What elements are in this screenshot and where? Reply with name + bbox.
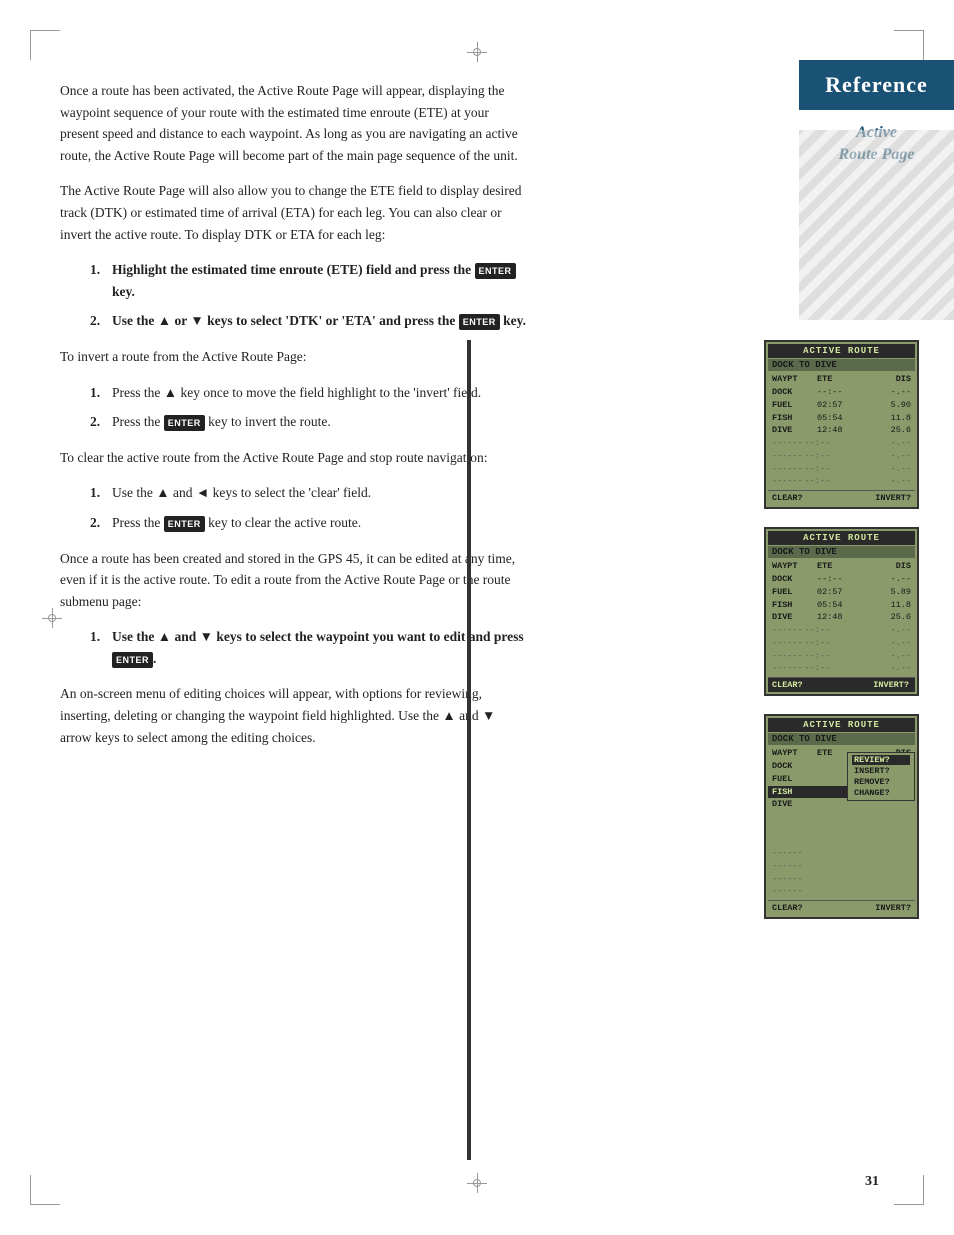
enter-key-5: ENTER (112, 652, 153, 668)
paragraph-2: The Active Route Page will also allow yo… (60, 180, 530, 245)
screen1-empty-4: --------:---.-- (768, 475, 915, 488)
reference-title: Reference (815, 72, 938, 98)
list-clear: 1. Use the ▲ and ◄ keys to select the 'c… (90, 482, 530, 533)
list-item-dtk-2: 2. Use the ▲ or ▼ keys to select 'DTK' o… (90, 310, 530, 332)
screen1-row-dock: DOCK --:-- -.-- (768, 386, 915, 399)
screen2-row-fish: FISH 05:54 11.8 (768, 599, 915, 612)
menu-change: CHANGE? (852, 788, 910, 798)
screen3-route: DOCK TO DIVE (768, 733, 915, 745)
menu-review: REVIEW? (852, 755, 910, 765)
gps-screen-2: ACTIVE ROUTE DOCK TO DIVE WAYPT ETE DIS … (764, 527, 919, 696)
screen2-row-fuel: FUEL 02:57 5.89 (768, 586, 915, 599)
sidebar-decoration (799, 130, 954, 320)
list-item-invert-2: 2. Press the ENTER key to invert the rou… (90, 411, 530, 433)
screen3-empty-3: ------ (768, 873, 915, 886)
screen1-empty-3: --------:---.-- (768, 463, 915, 476)
corner-mark-tl (30, 30, 60, 60)
screen1-row-fuel: FUEL 02:57 5.90 (768, 399, 915, 412)
screen2-row-dock: DOCK --:-- -.-- (768, 573, 915, 586)
enter-key-4: ENTER (164, 516, 205, 532)
list-item-clear-2: 2. Press the ENTER key to clear the acti… (90, 512, 530, 534)
screen3-data-and-menu: DOCK FUEL FISH DIVE REVIEW? INSERT? (768, 760, 915, 811)
menu-remove: REMOVE? (852, 777, 910, 787)
crosshair-left (42, 608, 62, 628)
corner-mark-br (894, 1175, 924, 1205)
screen2-empty-3: --------:---.-- (768, 650, 915, 663)
screen3-bottom: CLEAR? INVERT? (768, 900, 915, 915)
paragraph-1: Once a route has been activated, the Act… (60, 80, 530, 166)
enter-key-3: ENTER (164, 415, 205, 431)
corner-mark-bl (30, 1175, 60, 1205)
right-sidebar: Reference Active Route Page (779, 0, 954, 320)
page: Reference Active Route Page Once a route… (0, 0, 954, 1235)
screen2-empty-2: --------:---.-- (768, 637, 915, 650)
screen3-empty-4: ------ (768, 885, 915, 898)
list-item-edit-1: 1. Use the ▲ and ▼ keys to select the wa… (90, 626, 530, 669)
paragraph-clear: To clear the active route from the Activ… (60, 447, 530, 469)
gps-screen-1: ACTIVE ROUTE DOCK TO DIVE WAYPT ETE DIS … (764, 340, 919, 509)
reference-tab: Reference (799, 60, 954, 110)
gps-screen-3: ACTIVE ROUTE DOCK TO DIVE WAYPT ETE DIS … (764, 714, 919, 919)
screen2-row-dive: DIVE 12:48 25.6 (768, 611, 915, 624)
screen1-headers: WAYPT ETE DIS (768, 373, 915, 385)
list-edit: 1. Use the ▲ and ▼ keys to select the wa… (90, 626, 530, 669)
screen1-row-dive: DIVE 12:48 25.6 (768, 424, 915, 437)
screen2-empty-4: --------:---.-- (768, 662, 915, 675)
screen2-headers: WAYPT ETE DIS (768, 560, 915, 572)
enter-key-2: ENTER (459, 314, 500, 330)
screen3-title: ACTIVE ROUTE (768, 718, 915, 732)
list-item-clear-1: 1. Use the ▲ and ◄ keys to select the 'c… (90, 482, 530, 504)
screen3-menu: REVIEW? INSERT? REMOVE? CHANGE? (847, 752, 915, 801)
screen1-empty-2: --------:---.-- (768, 450, 915, 463)
crosshair-bottom (467, 1173, 487, 1193)
list-invert: 1. Press the ▲ key once to move the fiel… (90, 382, 530, 433)
screen2-title: ACTIVE ROUTE (768, 531, 915, 545)
screen3-empty-2: ------ (768, 860, 915, 873)
screen2-empty-1: --------:---.-- (768, 624, 915, 637)
main-content: Once a route has been activated, the Act… (60, 80, 530, 762)
list-dtk-eta: 1. Highlight the estimated time enroute … (90, 259, 530, 332)
paragraph-invert: To invert a route from the Active Route … (60, 346, 530, 368)
screen1-route: DOCK TO DIVE (768, 359, 915, 371)
left-margin-bar (467, 340, 471, 1160)
list-item-dtk-1: 1. Highlight the estimated time enroute … (90, 259, 530, 302)
screen1-empty-1: --------:---.-- (768, 437, 915, 450)
paragraph-edit: Once a route has been created and stored… (60, 548, 530, 613)
screen1-bottom: CLEAR? INVERT? (768, 490, 915, 505)
menu-insert: INSERT? (852, 766, 910, 776)
page-number: 31 (865, 1174, 879, 1190)
paragraph-final: An on-screen menu of editing choices wil… (60, 683, 530, 748)
screen2-route: DOCK TO DIVE (768, 546, 915, 558)
screen1-row-fish: FISH 05:54 11.8 (768, 412, 915, 425)
gps-screens: ACTIVE ROUTE DOCK TO DIVE WAYPT ETE DIS … (764, 340, 919, 919)
screen1-title: ACTIVE ROUTE (768, 344, 915, 358)
enter-key-1: ENTER (475, 263, 516, 279)
crosshair-top (467, 42, 487, 62)
list-item-invert-1: 1. Press the ▲ key once to move the fiel… (90, 382, 530, 404)
screen3-empty-1: ------ (768, 847, 915, 860)
screen2-bottom: CLEAR? INVERT? (768, 677, 915, 692)
